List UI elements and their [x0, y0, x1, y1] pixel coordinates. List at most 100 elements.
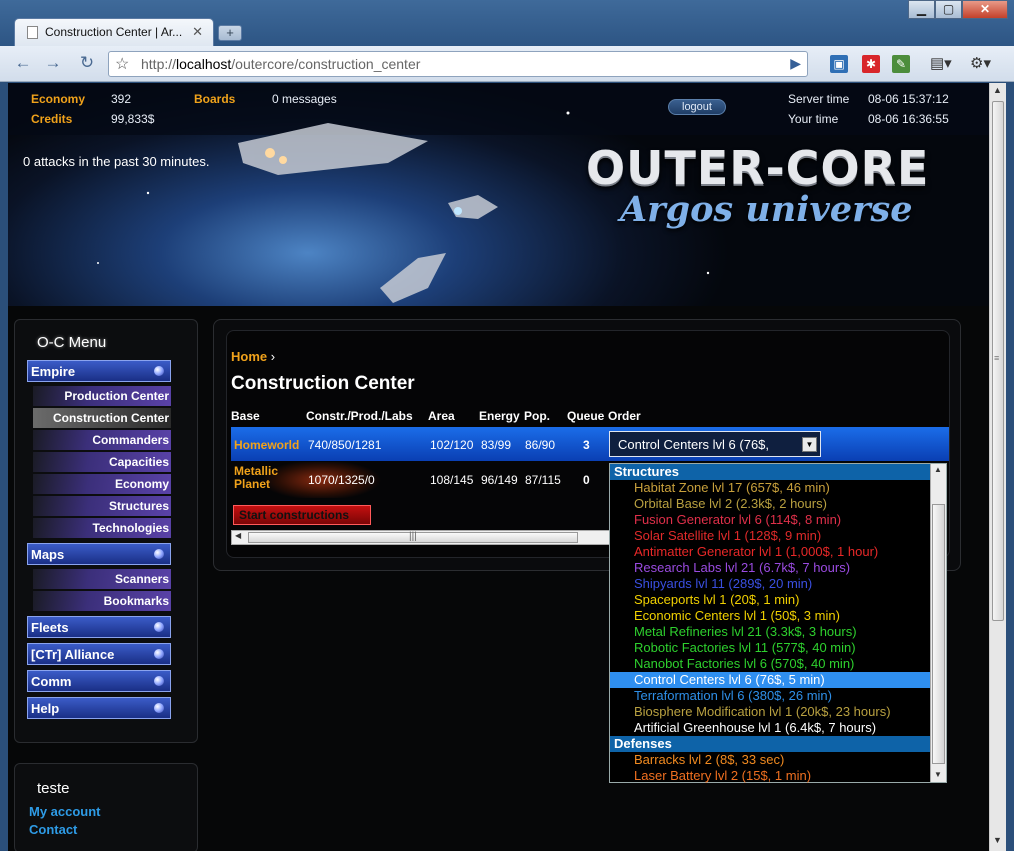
go-icon[interactable]: ▶: [790, 55, 801, 72]
menu-item-structures[interactable]: Structures: [33, 496, 171, 516]
forward-button[interactable]: →: [40, 53, 66, 75]
wrench-menu-icon[interactable]: ⚙▾: [970, 55, 991, 73]
col-constr-prod-labs: Constr./Prod./Labs: [306, 409, 413, 423]
group-defenses: Defenses: [610, 736, 946, 752]
dropdown-scroll-thumb[interactable]: [932, 504, 945, 764]
extension-monitor-icon[interactable]: ▣: [830, 55, 848, 73]
cell-area: 108/145: [430, 473, 474, 487]
col-base: Base: [231, 409, 260, 423]
dropdown-option[interactable]: Fusion Generator lvl 6 (114$, 8 min): [610, 512, 946, 528]
dropdown-option[interactable]: Shipyards lvl 11 (289$, 20 min): [610, 576, 946, 592]
dropdown-option[interactable]: Solar Satellite lvl 1 (128$, 9 min): [610, 528, 946, 544]
url-path: /outercore/construction_center: [231, 56, 421, 72]
my-account-link[interactable]: My account: [29, 804, 101, 819]
minimize-button[interactable]: ▁: [908, 0, 935, 19]
dropdown-option[interactable]: Barracks lvl 2 (8$, 33 sec): [610, 752, 946, 768]
menu-item-commanders[interactable]: Commanders: [33, 430, 171, 450]
close-window-button[interactable]: ✕: [962, 0, 1008, 19]
menu-category-empire[interactable]: Empire: [27, 360, 171, 382]
dropdown-option[interactable]: Research Labs lvl 21 (6.7k$, 7 hours): [610, 560, 946, 576]
dropdown-option[interactable]: Nanobot Factories lvl 6 (570$, 40 min): [610, 656, 946, 672]
col-area: Area: [428, 409, 455, 423]
dropdown-option[interactable]: Artificial Greenhouse lvl 1 (6.4k$, 7 ho…: [610, 720, 946, 736]
orb-icon: [154, 703, 164, 713]
scroll-down-icon[interactable]: ▼: [934, 770, 942, 779]
menu-item-capacities[interactable]: Capacities: [33, 452, 171, 472]
menu-item-economy[interactable]: Economy: [33, 474, 171, 494]
orb-icon: [154, 649, 164, 659]
tab-close-icon[interactable]: ✕: [192, 24, 203, 40]
bookmark-star-icon[interactable]: ☆: [115, 54, 129, 74]
logo-subtitle: Argos universe: [620, 189, 913, 230]
browser-tab[interactable]: Construction Center | Ar... ✕: [14, 18, 214, 46]
new-tab-button[interactable]: +: [218, 25, 242, 41]
menu-item-production-center[interactable]: Production Center: [33, 386, 171, 406]
menu-category-label: [CTr] Alliance: [31, 647, 115, 662]
scroll-left-icon[interactable]: ◀: [235, 531, 241, 540]
col-queue: Queue: [567, 409, 605, 423]
scroll-up-icon[interactable]: ▲: [993, 85, 1002, 95]
extension-evernote-icon[interactable]: ✎: [892, 55, 910, 73]
menu-category-help[interactable]: Help: [27, 697, 171, 719]
back-button[interactable]: ←: [10, 53, 36, 75]
scroll-thumb[interactable]: |||: [248, 531, 578, 543]
dropdown-option[interactable]: Robotic Factories lvl 11 (577$, 40 min): [610, 640, 946, 656]
maximize-button[interactable]: ▢: [935, 0, 962, 19]
dropdown-option[interactable]: Spaceports lvl 1 (20$, 1 min): [610, 592, 946, 608]
dropdown-option[interactable]: Terraformation lvl 6 (380$, 26 min): [610, 688, 946, 704]
page-scrollbar[interactable]: ▲ ≡ ▼: [989, 83, 1006, 851]
group-structures: Structures: [610, 464, 946, 480]
order-dropdown-list[interactable]: Structures Habitat Zone lvl 17 (657$, 46…: [609, 463, 947, 783]
side-menu: O-C Menu Empire Production Center Constr…: [14, 319, 198, 743]
breadcrumb-home-link[interactable]: Home: [231, 349, 267, 364]
contact-link[interactable]: Contact: [29, 822, 77, 837]
menu-category-fleets[interactable]: Fleets: [27, 616, 171, 638]
menu-item-bookmarks[interactable]: Bookmarks: [33, 591, 171, 611]
dropdown-option[interactable]: Metal Refineries lvl 21 (3.3k$, 3 hours): [610, 624, 946, 640]
menu-category-label: Help: [31, 701, 60, 716]
grip-icon: ≡: [994, 353, 1000, 363]
dropdown-option[interactable]: Economic Centers lvl 1 (50$, 3 min): [610, 608, 946, 624]
cell-pop: 86/90: [525, 438, 556, 452]
start-constructions-button[interactable]: Start constructions: [233, 505, 371, 525]
menu-item-construction-center[interactable]: Construction Center: [33, 408, 171, 428]
orb-icon: [154, 549, 164, 559]
horizontal-scrollbar[interactable]: ◀ |||: [231, 530, 611, 545]
menu-item-technologies[interactable]: Technologies: [33, 518, 171, 538]
dropdown-option[interactable]: Antimatter Generator lvl 1 (1,000$, 1 ho…: [610, 544, 946, 560]
table-row[interactable]: Homeworld 740/850/1281 102/120 83/99 86/…: [231, 427, 949, 461]
logo-title: OUTER-CORE: [586, 141, 930, 195]
page-icon: [27, 26, 38, 39]
cell-constr: 1070/1325/0: [308, 473, 375, 487]
base-name-link[interactable]: Homeworld: [234, 438, 299, 452]
scroll-down-icon[interactable]: ▼: [993, 835, 1002, 845]
dropdown-option[interactable]: Biosphere Modification lvl 1 (20k$, 23 h…: [610, 704, 946, 720]
address-bar[interactable]: ☆ http://localhost/outercore/constructio…: [108, 51, 808, 77]
menu-item-scanners[interactable]: Scanners: [33, 569, 171, 589]
col-energy: Energy: [479, 409, 520, 423]
cell-queue: 3: [583, 438, 590, 452]
extension-lastpass-icon[interactable]: ✱: [862, 55, 880, 73]
url-host: localhost: [176, 56, 232, 72]
reload-button[interactable]: ↻: [74, 53, 100, 75]
page-menu-icon[interactable]: ▤▾: [930, 55, 952, 73]
menu-title: O-C Menu: [37, 334, 107, 351]
menu-category-comm[interactable]: Comm: [27, 670, 171, 692]
dropdown-scrollbar[interactable]: ▲ ▼: [930, 464, 946, 782]
col-pop: Pop.: [524, 409, 550, 423]
scroll-up-icon[interactable]: ▲: [934, 465, 942, 474]
chevron-down-icon[interactable]: ▼: [802, 437, 817, 452]
table-header: Base Constr./Prod./Labs Area Energy Pop.…: [231, 407, 949, 425]
cell-queue: 0: [583, 473, 590, 487]
orb-icon: [154, 366, 164, 376]
dropdown-option[interactable]: Laser Battery lvl 2 (15$, 1 min): [610, 768, 946, 784]
base-name-link[interactable]: Metallic Planet: [234, 465, 294, 491]
order-select-value: Control Centers lvl 6 (76$,: [618, 437, 770, 452]
order-select[interactable]: Control Centers lvl 6 (76$, ▼: [609, 431, 821, 457]
menu-category-maps[interactable]: Maps: [27, 543, 171, 565]
dropdown-option[interactable]: Orbital Base lvl 2 (2.3k$, 2 hours): [610, 496, 946, 512]
account-box: teste My account Contact: [14, 763, 198, 851]
dropdown-option[interactable]: Control Centers lvl 6 (76$, 5 min): [610, 672, 946, 688]
dropdown-option[interactable]: Habitat Zone lvl 17 (657$, 46 min): [610, 480, 946, 496]
menu-category-alliance[interactable]: [CTr] Alliance: [27, 643, 171, 665]
